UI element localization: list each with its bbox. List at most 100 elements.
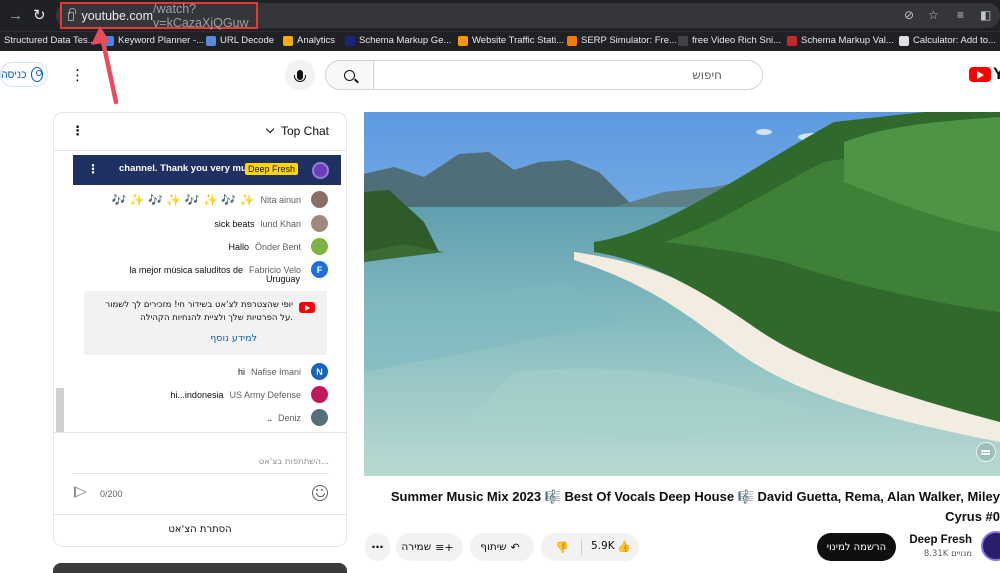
bookmark-item[interactable]: Structured Data Tes... [4,35,96,46]
browser-toolbar: → ↻ youtube.com /watch?v=kCazaXjQGuw ⊘ ☆… [0,0,1000,31]
subscribe-button[interactable]: הרשמה למינוי [817,533,896,561]
message-author[interactable]: US Army Defense [229,390,301,400]
author-avatar[interactable]: N [311,363,328,380]
user-icon [30,67,43,82]
bookmark-item[interactable]: SERP Simulator: Fre... [567,35,677,46]
search-icon [344,69,355,81]
divider [54,514,346,515]
url-highlight-box[interactable]: youtube.com /watch?v=kCazaXjQGuw [60,1,258,30]
reload-icon[interactable]: ↻ [33,6,46,24]
search-input[interactable]: חיפוש [373,60,763,90]
channel-avatar[interactable] [981,531,1000,561]
like-dislike-group: 👎 5.9K 👍 [541,533,639,561]
bookmark-label: SERP Simulator: Fre... [581,35,677,46]
send-icon[interactable] [74,486,87,498]
lock-icon [68,8,77,21]
author-avatar[interactable] [311,191,328,208]
emoji-icon[interactable] [312,485,328,501]
video-player[interactable] [364,112,1000,476]
message-text: sick beats [214,218,255,229]
settings-kebab-icon[interactable]: ⋮ [70,66,85,84]
bookmark-favicon-icon [678,35,688,46]
message-author[interactable]: Deniz [278,413,301,423]
video-title: Summer Music Mix 2023 🎼 Best Of Vocals D… [390,489,1000,524]
bookmark-item[interactable]: Analytics [283,35,335,46]
divider [581,539,582,555]
bookmark-favicon-icon [104,35,114,46]
bookmark-favicon-icon [458,35,468,46]
youtube-logo-icon[interactable] [969,67,991,82]
message-author[interactable]: Önder Bent [255,242,301,252]
message-text: .. [266,412,272,423]
youtube-icon [299,302,315,313]
like-count[interactable]: 5.9K [591,540,615,552]
message-author[interactable]: Fabricio Velo [249,265,301,275]
chat-menu-icon[interactable]: ⋮ [71,123,84,139]
forward-icon[interactable]: → [8,7,23,24]
microphone-icon [294,70,306,82]
chat-message[interactable]: Hallo Önder Bent [228,238,328,255]
dislike-icon[interactable]: 👎 [555,541,569,554]
bookmark-label: Analytics [297,35,336,46]
author-avatar[interactable] [311,215,328,232]
message-author[interactable]: lund Khan [260,219,301,229]
bookmark-item[interactable]: Calculator: Add to... [899,35,996,46]
bookmark-item[interactable]: free Video Rich Sni... [678,35,781,46]
bookmark-item[interactable]: Schema Markup Val... [787,35,894,46]
subscriber-count: 8.31K מנויים [923,549,972,559]
bookmark-item[interactable]: Keyword Planner -... [104,35,204,46]
message-text: la mejor música saluditos de [129,264,243,275]
side-panel-icon[interactable]: ◧ [980,8,991,22]
video-settings-icon[interactable] [976,442,996,462]
learn-more-link[interactable]: למידע נוסף [210,333,257,344]
url-path: /watch?v=kCazaXjQGuw [153,1,249,30]
message-text: Hallo [228,241,249,252]
bookmark-item[interactable]: Schema Markup Ge... [345,35,451,46]
live-chat-panel: ⋮ Top Chat ⋮ channel. Thank you very muc… [53,112,347,547]
author-avatar[interactable] [311,409,328,426]
bookmark-favicon-icon [567,35,577,46]
pinned-menu-icon[interactable]: ⋮ [87,162,99,176]
bookmark-favicon-icon [206,35,216,46]
video-frame [364,112,1000,476]
star-icon[interactable]: ☆ [928,8,939,22]
chat-message[interactable]: .. Deniz [267,409,328,426]
bookmark-item[interactable]: Website Traffic Stati... [458,35,564,46]
bookmark-item[interactable]: URL Decode [206,35,274,46]
pinned-text: channel. Thank you very much... [119,163,266,174]
hide-chat-button[interactable]: הסתרת הצ'אט [54,524,346,535]
eye-off-icon[interactable]: ⊘ [904,8,914,22]
pinned-author-badge: Deep Fresh [245,163,299,175]
page-root: → ↻ youtube.com /watch?v=kCazaXjQGuw ⊘ ☆… [0,0,1000,573]
chat-guidelines-notice: יופי שהצטרפת לצ'אט בשידור חי! מזכירים לך… [84,291,327,355]
save-button[interactable]: שמירה ≡+ [396,533,463,561]
signin-label: כניסה [1,68,27,81]
pinned-message[interactable]: ⋮ channel. Thank you very much... Deep F… [73,155,341,185]
signin-button[interactable]: כניסה [0,62,48,87]
voice-search-button[interactable] [285,60,315,90]
more-actions-button[interactable]: ⋯ [365,533,390,561]
author-avatar[interactable] [311,386,328,403]
chat-message[interactable]: sick beats lund Khan [214,215,328,232]
like-icon[interactable]: 👍 [617,540,631,553]
author-avatar[interactable] [311,238,328,255]
url-host: youtube.com [81,8,154,23]
youtube-header: כניסה ⋮ חיפוש Y [0,52,1000,98]
chat-message[interactable]: hi Nafise Imani N [238,363,328,380]
chat-message[interactable]: hi...indonesia US Army Defense [170,386,328,403]
chevron-down-icon [265,124,275,134]
bookmark-label: URL Decode [220,35,275,46]
channel-name[interactable]: Deep Fresh [909,534,972,546]
search-button[interactable] [325,60,374,90]
author-avatar[interactable]: F [311,261,328,278]
chat-mode-selector[interactable]: Top Chat [265,124,329,138]
chat-scrollbar[interactable] [56,388,64,432]
reading-list-icon[interactable]: ≡ [957,8,964,22]
related-video-thumbnail[interactable] [53,563,347,573]
message-author[interactable]: Nafise Imani [251,367,301,377]
share-button[interactable]: שיתוף ↶ [470,533,534,561]
chat-input[interactable]: השתתפות בצ'אט... [72,457,329,474]
bookmark-label: Website Traffic Stati... [472,35,565,46]
message-author[interactable]: Nita ainun [260,195,301,205]
chat-message[interactable]: 🎶 ✨ 🎶 ✨ 🎶 ✨ 🎶 ✨ Nita ainun [112,191,328,208]
